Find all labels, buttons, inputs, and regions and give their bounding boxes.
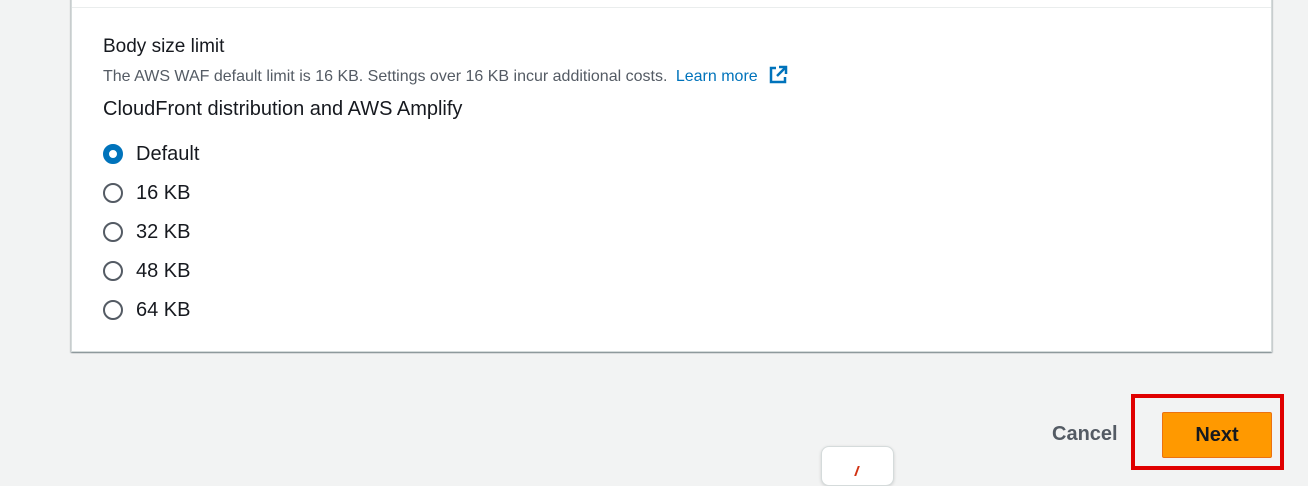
radio-button-checked[interactable] [103,143,123,164]
learn-more-link[interactable]: Learn more [675,65,788,85]
cancel-button[interactable]: Cancel [1040,414,1130,454]
body-size-limit-description: The AWS WAF default limit is 16 KB. Sett… [103,65,788,88]
radio-option-32kb[interactable]: 32 KB [103,212,199,251]
radio-option-label: 64 KB [136,298,191,321]
radio-option-label: 32 KB [136,220,191,243]
radio-group-label: CloudFront distribution and AWS Amplify [103,98,463,120]
body-size-radio-group: Default 16 KB 32 KB 48 KB 64 KB [103,134,199,329]
panel-divider [72,7,1271,8]
radio-button[interactable] [103,182,123,203]
radio-option-label: 48 KB [136,259,191,282]
external-link-icon [769,65,788,84]
learn-more-label: Learn more [675,68,758,85]
description-text: The AWS WAF default limit is 16 KB. Sett… [103,68,668,85]
radio-button[interactable] [103,299,123,320]
settings-panel: Body size limit The AWS WAF default limi… [71,0,1272,352]
floating-feedback-widget[interactable] [821,446,894,486]
radio-option-64kb[interactable]: 64 KB [103,290,199,329]
body-size-limit-label: Body size limit [103,36,225,57]
radio-option-16kb[interactable]: 16 KB [103,173,199,212]
next-button[interactable]: Next [1162,412,1272,458]
radio-option-label: 16 KB [136,181,191,204]
radio-option-default[interactable]: Default [103,134,199,173]
radio-button[interactable] [103,260,123,281]
radio-button[interactable] [103,221,123,242]
radio-option-48kb[interactable]: 48 KB [103,251,199,290]
radio-option-label: Default [136,142,200,165]
